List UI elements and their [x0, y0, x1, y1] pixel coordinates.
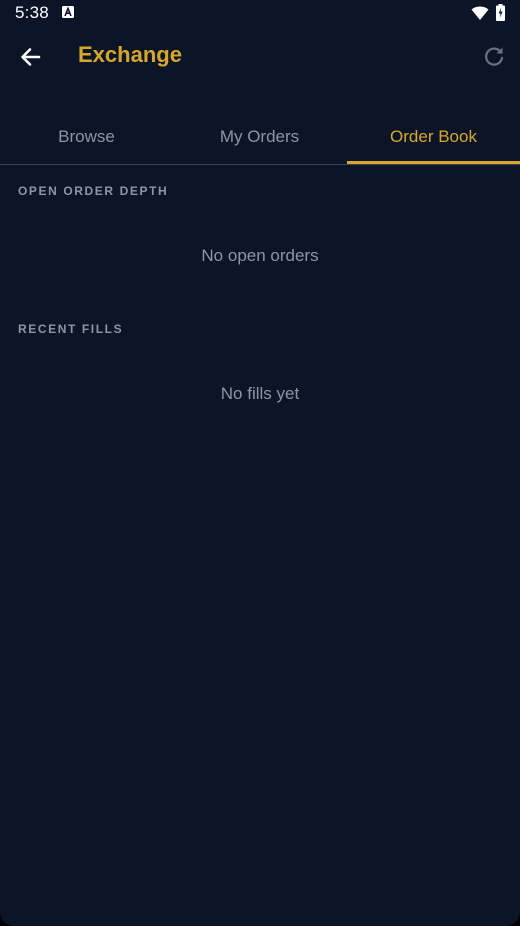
no-fills-message: No fills yet	[220, 384, 300, 403]
a-notification-icon	[62, 6, 74, 18]
status-bar: 5:38	[0, 0, 520, 28]
tab-bar: Browse My Orders Order Book	[0, 110, 520, 165]
active-tab-indicator	[347, 161, 520, 164]
arrow-left-icon[interactable]	[17, 43, 45, 71]
page-title: Exchange	[78, 42, 182, 67]
wifi-icon	[471, 6, 489, 20]
tab-browse[interactable]: Browse	[0, 110, 173, 164]
battery-charging-icon	[496, 4, 505, 21]
status-time: 5:38	[15, 3, 49, 22]
open-order-depth-header: OPEN ORDER DEPTH	[18, 184, 169, 198]
tab-order-book[interactable]: Order Book	[347, 110, 520, 164]
no-open-orders-message: No open orders	[201, 246, 319, 265]
exchange-screen: 5:38 Exchange Browse My Orders Order Boo…	[0, 0, 520, 926]
tab-my-orders[interactable]: My Orders	[173, 110, 346, 164]
recent-fills-header: RECENT FILLS	[18, 322, 124, 336]
refresh-icon[interactable]	[481, 44, 507, 70]
app-bar: Exchange	[0, 28, 520, 86]
